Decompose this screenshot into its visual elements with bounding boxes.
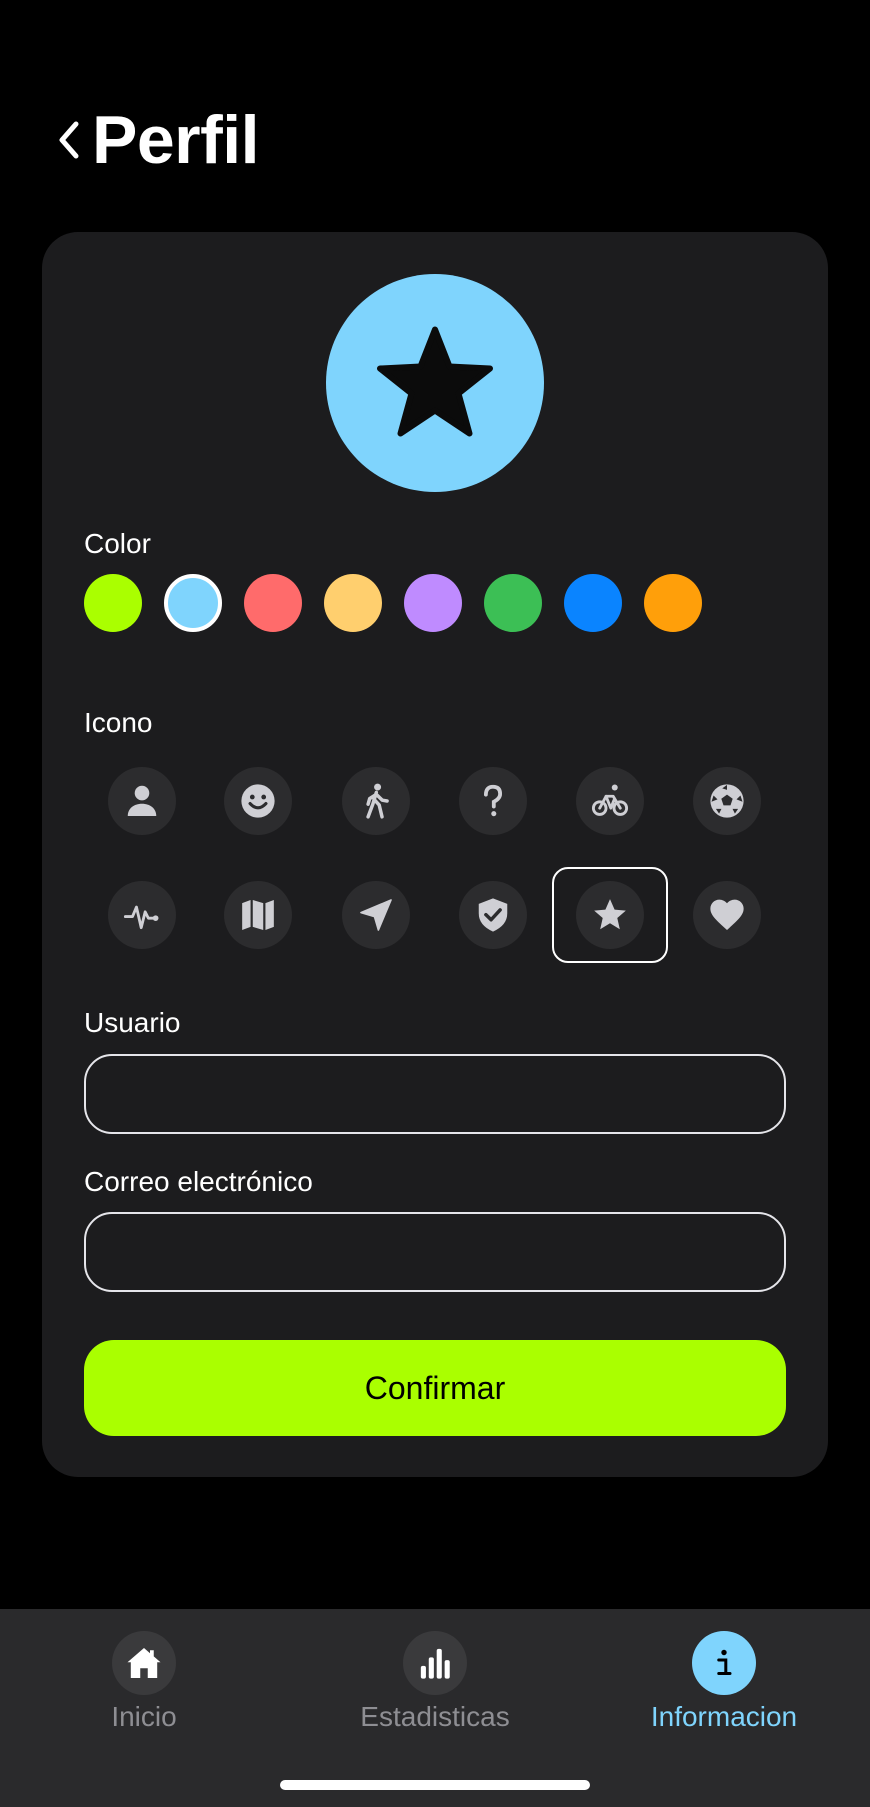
icon-option[interactable] [108, 767, 176, 835]
icon-option[interactable] [693, 767, 761, 835]
home-indicator [280, 1780, 590, 1790]
person-icon [127, 785, 157, 817]
icon-option[interactable] [459, 881, 527, 949]
icon-option[interactable] [224, 767, 292, 835]
color-swatch[interactable] [564, 574, 622, 632]
color-swatch[interactable] [324, 574, 382, 632]
shield-check-icon [478, 898, 508, 932]
icon-option[interactable] [576, 767, 644, 835]
color-swatch[interactable] [84, 574, 142, 632]
tab-estadisticas[interactable]: Estadisticas [315, 1631, 555, 1741]
info-icon [717, 1649, 732, 1675]
star-icon [594, 899, 626, 930]
tab-label: Informacion [650, 1701, 798, 1732]
user-input[interactable] [84, 1054, 786, 1134]
color-swatch[interactable] [244, 574, 302, 632]
icon-option[interactable] [459, 767, 527, 835]
tab-icon-circle [403, 1631, 467, 1695]
tab-inicio[interactable]: Inicio [24, 1631, 264, 1741]
tab-label: Inicio [111, 1701, 177, 1732]
color-label: Color [84, 528, 151, 559]
profile-card: Color Icono Usuario Correo electrónico C… [42, 232, 828, 1477]
user-label: Usuario [84, 1007, 181, 1038]
walking-icon [366, 783, 389, 819]
tab-icon-circle [692, 1631, 756, 1695]
heart-icon [710, 899, 744, 931]
icon-option[interactable] [342, 767, 410, 835]
soccer-ball-icon [710, 784, 744, 818]
profile-avatar [326, 274, 544, 492]
star-icon [377, 326, 493, 437]
bicycle-icon [591, 784, 629, 816]
icon-option[interactable] [108, 881, 176, 949]
icon-label: Icono [84, 707, 153, 738]
icon-option[interactable] [342, 881, 410, 949]
confirm-button[interactable]: Confirmar [84, 1340, 786, 1436]
color-swatch[interactable] [164, 574, 222, 632]
email-input[interactable] [84, 1212, 786, 1292]
tab-icon-circle [112, 1631, 176, 1695]
bar-chart-icon [420, 1648, 450, 1679]
house-icon [127, 1648, 161, 1678]
icon-option[interactable] [224, 881, 292, 949]
icon-option[interactable] [693, 881, 761, 949]
heartbeat-icon [123, 905, 159, 930]
chevron-left-icon [59, 121, 79, 159]
tab-informacion[interactable]: Informacion [604, 1631, 844, 1741]
header: Perfil [52, 98, 260, 182]
question-mark-icon [483, 784, 503, 817]
email-label: Correo electrónico [84, 1166, 313, 1197]
map-icon [242, 899, 274, 931]
color-swatch[interactable] [404, 574, 462, 632]
page-title: Perfil [92, 102, 260, 178]
tab-bar: Inicio Estadisticas Informacion [0, 1609, 870, 1807]
color-swatch[interactable] [484, 574, 542, 632]
smiley-icon [241, 784, 275, 818]
icon-option[interactable] [576, 881, 644, 949]
location-arrow-icon [360, 899, 392, 931]
back-button[interactable] [52, 110, 86, 170]
tab-label: Estadisticas [360, 1701, 510, 1732]
color-swatch[interactable] [644, 574, 702, 632]
